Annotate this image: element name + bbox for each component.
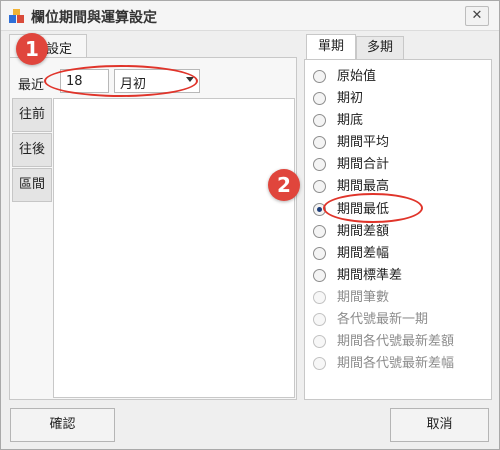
- cancel-button[interactable]: 取消: [390, 408, 489, 442]
- radio-option-label: 原始值: [337, 69, 377, 84]
- side-tab-range[interactable]: 區間: [12, 168, 52, 202]
- radio-button[interactable]: [313, 224, 326, 238]
- radio-option-label: 各代號最新一期: [337, 312, 429, 328]
- radio-button[interactable]: [313, 70, 326, 83]
- side-tabs: 往前 往後 區間: [12, 98, 52, 203]
- radio-option-label: 期間筆數: [337, 289, 390, 305]
- radio-option-label: 期間各代號最新差額: [337, 334, 455, 350]
- radio-option-label: 期間差額: [337, 223, 390, 239]
- window-title: 欄位期間與運算設定: [31, 10, 157, 26]
- radio-option-label: 期間標準差: [337, 267, 403, 283]
- app-icon: [9, 9, 24, 23]
- radio-option: 期間各代號最新差幅: [311, 353, 454, 375]
- radio-option: 各代號最新一期: [311, 309, 454, 331]
- close-button[interactable]: ✕: [465, 6, 489, 26]
- tab-single-period[interactable]: 單期: [306, 34, 356, 60]
- left-panel: 最近 月初 往前 往後 區間: [9, 57, 297, 400]
- radio-option-label: 期間各代號最新差幅: [337, 356, 455, 372]
- left-content-area: [53, 98, 295, 398]
- radio-button: [313, 335, 326, 349]
- tab-multi-period[interactable]: 多期: [356, 36, 404, 60]
- annotation-badge-2: 2: [268, 169, 300, 201]
- radio-option-label: 期間平均: [337, 135, 390, 151]
- side-tab-forward[interactable]: 往前: [12, 98, 52, 132]
- radio-button[interactable]: [313, 246, 326, 260]
- radio-option[interactable]: 期間差額: [311, 221, 454, 243]
- radio-button: [313, 313, 326, 327]
- radio-option: 期間各代號最新差額: [311, 331, 454, 353]
- radio-option[interactable]: 期底: [311, 110, 454, 132]
- settings-dialog: 欄位期間與運算設定 ✕ 設定 最近 月初 往前 往後 區間 單期 多期 原始值期…: [0, 0, 500, 450]
- radio-option-label: 期間差幅: [337, 245, 390, 261]
- annotation-ellipse-1: [44, 65, 198, 97]
- radio-option[interactable]: 期間標準差: [311, 265, 454, 287]
- tab-settings-label: 設定: [46, 42, 73, 57]
- radio-button[interactable]: [313, 268, 326, 282]
- radio-option[interactable]: 原始值: [311, 66, 454, 88]
- radio-button: [313, 290, 326, 304]
- radio-option[interactable]: 期初: [311, 88, 454, 110]
- title-bar: 欄位期間與運算設定 ✕: [1, 1, 499, 31]
- annotation-ellipse-2: [323, 193, 423, 223]
- radio-option[interactable]: 期間合計: [311, 154, 454, 176]
- radio-button[interactable]: [313, 114, 326, 128]
- side-tab-backward[interactable]: 往後: [12, 133, 52, 167]
- radio-button[interactable]: [313, 158, 326, 172]
- radio-button[interactable]: [313, 180, 326, 194]
- close-icon: ✕: [471, 8, 483, 23]
- radio-button: [313, 357, 326, 371]
- radio-button[interactable]: [313, 136, 326, 150]
- recent-label: 最近: [18, 78, 45, 93]
- radio-option-label: 期底: [337, 113, 364, 129]
- radio-option[interactable]: 期間平均: [311, 132, 454, 154]
- radio-option[interactable]: 期間差幅: [311, 243, 454, 265]
- annotation-badge-1: 1: [16, 33, 48, 65]
- confirm-button[interactable]: 確認: [10, 408, 115, 442]
- radio-option-label: 期間合計: [337, 157, 390, 173]
- radio-option: 期間筆數: [311, 287, 454, 309]
- radio-button[interactable]: [313, 92, 326, 106]
- radio-option-label: 期初: [337, 91, 364, 107]
- right-panel: 原始值 期初 期底 期間平均 期間合計 期間最高 期間最低 期間差額 期間差幅 期間標準差 期間筆數…: [304, 59, 492, 400]
